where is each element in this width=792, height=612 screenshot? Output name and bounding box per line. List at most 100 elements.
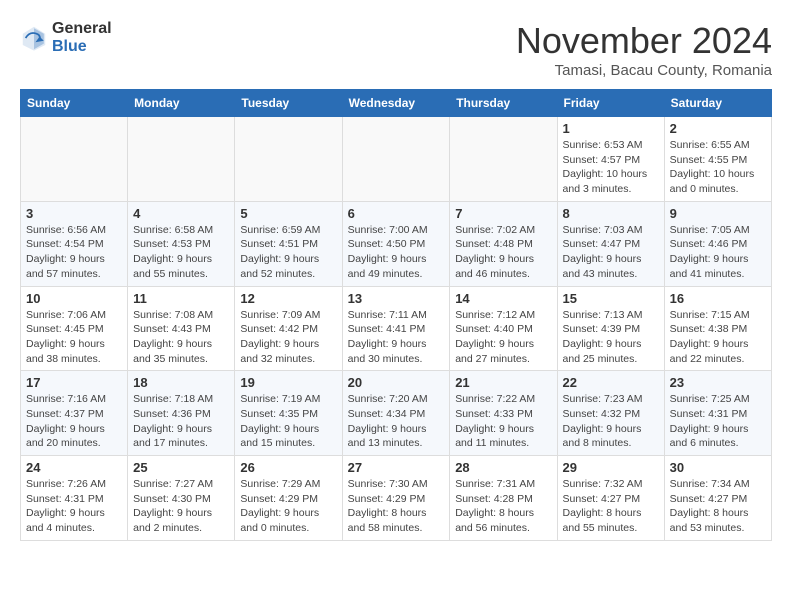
calendar-day-cell: 27 Sunrise: 7:30 AM Sunset: 4:29 PM Dayli… <box>342 456 450 541</box>
day-number: 18 <box>133 375 229 390</box>
calendar-day-cell: 15 Sunrise: 7:13 AM Sunset: 4:39 PM Dayli… <box>557 286 664 371</box>
calendar-day-cell: 22 Sunrise: 7:23 AM Sunset: 4:32 PM Dayli… <box>557 371 664 456</box>
calendar-day-header: Wednesday <box>342 90 450 117</box>
calendar-week-row: 10 Sunrise: 7:06 AM Sunset: 4:45 PM Dayli… <box>21 286 772 371</box>
day-info: Sunrise: 7:09 AM Sunset: 4:42 PM Dayligh… <box>240 308 336 367</box>
day-info: Sunrise: 7:08 AM Sunset: 4:43 PM Dayligh… <box>133 308 229 367</box>
calendar-day-cell: 18 Sunrise: 7:18 AM Sunset: 4:36 PM Dayli… <box>128 371 235 456</box>
day-number: 2 <box>670 121 766 136</box>
day-number: 28 <box>455 460 551 475</box>
day-info: Sunrise: 7:29 AM Sunset: 4:29 PM Dayligh… <box>240 477 336 536</box>
day-number: 30 <box>670 460 766 475</box>
day-number: 23 <box>670 375 766 390</box>
day-info: Sunrise: 6:56 AM Sunset: 4:54 PM Dayligh… <box>26 223 122 282</box>
calendar-day-header: Sunday <box>21 90 128 117</box>
day-info: Sunrise: 7:19 AM Sunset: 4:35 PM Dayligh… <box>240 392 336 451</box>
calendar-day-cell: 21 Sunrise: 7:22 AM Sunset: 4:33 PM Dayli… <box>450 371 557 456</box>
day-number: 11 <box>133 291 229 306</box>
day-number: 7 <box>455 206 551 221</box>
page-header: General Blue November 2024 Tamasi, Bacau… <box>20 20 772 79</box>
day-info: Sunrise: 7:02 AM Sunset: 4:48 PM Dayligh… <box>455 223 551 282</box>
day-info: Sunrise: 6:55 AM Sunset: 4:55 PM Dayligh… <box>670 138 766 197</box>
day-number: 14 <box>455 291 551 306</box>
calendar-day-cell: 16Sunrise: 7:15 AM Sunset: 4:38 PM Dayli… <box>664 286 771 371</box>
logo-general-text: General <box>52 20 112 38</box>
day-info: Sunrise: 7:26 AM Sunset: 4:31 PM Dayligh… <box>26 477 122 536</box>
calendar-day-cell: 17Sunrise: 7:16 AM Sunset: 4:37 PM Dayli… <box>21 371 128 456</box>
calendar-day-cell: 14 Sunrise: 7:12 AM Sunset: 4:40 PM Dayli… <box>450 286 557 371</box>
day-info: Sunrise: 7:12 AM Sunset: 4:40 PM Dayligh… <box>455 308 551 367</box>
logo-blue-text: Blue <box>52 38 112 56</box>
calendar-week-row: 24Sunrise: 7:26 AM Sunset: 4:31 PM Dayli… <box>21 456 772 541</box>
calendar-day-header: Friday <box>557 90 664 117</box>
day-number: 12 <box>240 291 336 306</box>
calendar-day-cell: 25 Sunrise: 7:27 AM Sunset: 4:30 PM Dayli… <box>128 456 235 541</box>
day-info: Sunrise: 7:11 AM Sunset: 4:41 PM Dayligh… <box>348 308 445 367</box>
day-info: Sunrise: 7:05 AM Sunset: 4:46 PM Dayligh… <box>670 223 766 282</box>
day-info: Sunrise: 7:27 AM Sunset: 4:30 PM Dayligh… <box>133 477 229 536</box>
day-info: Sunrise: 7:20 AM Sunset: 4:34 PM Dayligh… <box>348 392 445 451</box>
day-number: 1 <box>563 121 659 136</box>
calendar-day-cell: 1 Sunrise: 6:53 AM Sunset: 4:57 PM Daylig… <box>557 117 664 202</box>
day-number: 26 <box>240 460 336 475</box>
calendar-day-cell: 2 Sunrise: 6:55 AM Sunset: 4:55 PM Daylig… <box>664 117 771 202</box>
day-info: Sunrise: 7:30 AM Sunset: 4:29 PM Dayligh… <box>348 477 445 536</box>
day-number: 17 <box>26 375 122 390</box>
calendar-table: SundayMondayTuesdayWednesdayThursdayFrid… <box>20 89 772 541</box>
day-info: Sunrise: 7:06 AM Sunset: 4:45 PM Dayligh… <box>26 308 122 367</box>
day-number: 4 <box>133 206 229 221</box>
calendar-day-cell <box>21 117 128 202</box>
day-info: Sunrise: 7:03 AM Sunset: 4:47 PM Dayligh… <box>563 223 659 282</box>
calendar-day-cell: 6Sunrise: 7:00 AM Sunset: 4:50 PM Daylig… <box>342 201 450 286</box>
calendar-day-cell: 28 Sunrise: 7:31 AM Sunset: 4:28 PM Dayli… <box>450 456 557 541</box>
calendar-header-row: SundayMondayTuesdayWednesdayThursdayFrid… <box>21 90 772 117</box>
calendar-day-cell: 3Sunrise: 6:56 AM Sunset: 4:54 PM Daylig… <box>21 201 128 286</box>
day-info: Sunrise: 7:13 AM Sunset: 4:39 PM Dayligh… <box>563 308 659 367</box>
day-info: Sunrise: 6:58 AM Sunset: 4:53 PM Dayligh… <box>133 223 229 282</box>
day-number: 6 <box>348 206 445 221</box>
calendar-day-cell <box>450 117 557 202</box>
logo-icon <box>20 24 48 52</box>
calendar-day-cell <box>235 117 342 202</box>
calendar-day-cell: 19 Sunrise: 7:19 AM Sunset: 4:35 PM Dayli… <box>235 371 342 456</box>
calendar-day-cell: 23Sunrise: 7:25 AM Sunset: 4:31 PM Dayli… <box>664 371 771 456</box>
day-number: 13 <box>348 291 445 306</box>
calendar-day-header: Thursday <box>450 90 557 117</box>
day-number: 25 <box>133 460 229 475</box>
calendar-day-cell: 20 Sunrise: 7:20 AM Sunset: 4:34 PM Dayli… <box>342 371 450 456</box>
logo: General Blue <box>20 20 112 55</box>
day-number: 19 <box>240 375 336 390</box>
calendar-week-row: 3Sunrise: 6:56 AM Sunset: 4:54 PM Daylig… <box>21 201 772 286</box>
calendar-day-cell: 10 Sunrise: 7:06 AM Sunset: 4:45 PM Dayli… <box>21 286 128 371</box>
calendar-day-cell: 29Sunrise: 7:32 AM Sunset: 4:27 PM Dayli… <box>557 456 664 541</box>
calendar-day-header: Tuesday <box>235 90 342 117</box>
title-section: November 2024 Tamasi, Bacau County, Roma… <box>516 20 772 79</box>
day-number: 10 <box>26 291 122 306</box>
calendar-day-cell: 5Sunrise: 6:59 AM Sunset: 4:51 PM Daylig… <box>235 201 342 286</box>
day-info: Sunrise: 7:15 AM Sunset: 4:38 PM Dayligh… <box>670 308 766 367</box>
calendar-day-cell <box>342 117 450 202</box>
day-info: Sunrise: 6:53 AM Sunset: 4:57 PM Dayligh… <box>563 138 659 197</box>
calendar-day-cell: 11 Sunrise: 7:08 AM Sunset: 4:43 PM Dayli… <box>128 286 235 371</box>
calendar-day-header: Monday <box>128 90 235 117</box>
day-number: 27 <box>348 460 445 475</box>
day-info: Sunrise: 7:32 AM Sunset: 4:27 PM Dayligh… <box>563 477 659 536</box>
day-number: 20 <box>348 375 445 390</box>
day-number: 9 <box>670 206 766 221</box>
calendar-week-row: 1 Sunrise: 6:53 AM Sunset: 4:57 PM Daylig… <box>21 117 772 202</box>
day-number: 22 <box>563 375 659 390</box>
day-info: Sunrise: 6:59 AM Sunset: 4:51 PM Dayligh… <box>240 223 336 282</box>
day-info: Sunrise: 7:22 AM Sunset: 4:33 PM Dayligh… <box>455 392 551 451</box>
calendar-day-cell: 4 Sunrise: 6:58 AM Sunset: 4:53 PM Daylig… <box>128 201 235 286</box>
calendar-day-cell: 13 Sunrise: 7:11 AM Sunset: 4:41 PM Dayli… <box>342 286 450 371</box>
day-number: 8 <box>563 206 659 221</box>
calendar-day-cell: 26 Sunrise: 7:29 AM Sunset: 4:29 PM Dayli… <box>235 456 342 541</box>
calendar-day-cell: 30Sunrise: 7:34 AM Sunset: 4:27 PM Dayli… <box>664 456 771 541</box>
day-info: Sunrise: 7:31 AM Sunset: 4:28 PM Dayligh… <box>455 477 551 536</box>
day-number: 21 <box>455 375 551 390</box>
day-info: Sunrise: 7:18 AM Sunset: 4:36 PM Dayligh… <box>133 392 229 451</box>
day-number: 15 <box>563 291 659 306</box>
calendar-day-cell: 7 Sunrise: 7:02 AM Sunset: 4:48 PM Daylig… <box>450 201 557 286</box>
calendar-week-row: 17Sunrise: 7:16 AM Sunset: 4:37 PM Dayli… <box>21 371 772 456</box>
day-info: Sunrise: 7:23 AM Sunset: 4:32 PM Dayligh… <box>563 392 659 451</box>
